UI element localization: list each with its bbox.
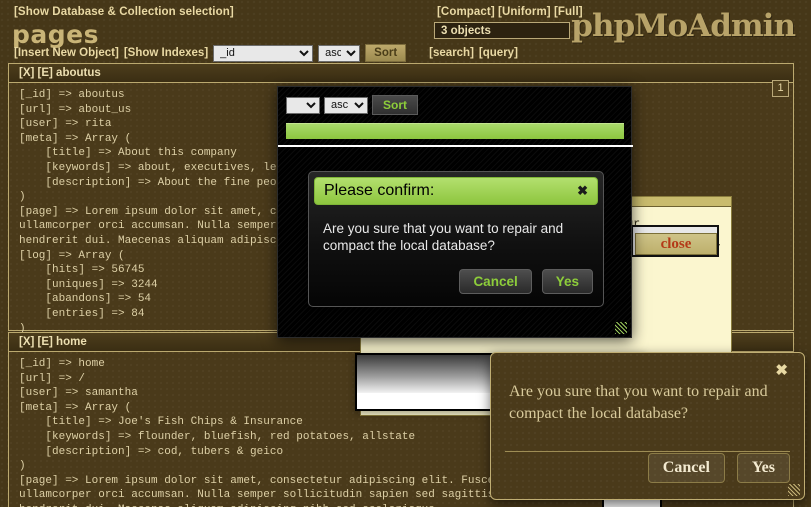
green-progress-bar (286, 123, 624, 139)
action-row: [Insert New Object] [Show Indexes] _id a… (14, 44, 518, 62)
close-button[interactable]: close (635, 233, 717, 255)
show-database-collection-link[interactable]: [Show Database & Collection selection] (14, 6, 234, 18)
dark-sort-field-select[interactable] (286, 97, 320, 114)
sort-field-select[interactable]: _id (213, 45, 313, 62)
sort-direction-select[interactable]: asc (318, 45, 360, 62)
confirm-dialog-titlebar: Please confirm: ✖ (314, 177, 598, 205)
insert-new-object-link[interactable]: [Insert New Object] (14, 47, 119, 59)
object-count-input[interactable] (434, 22, 570, 39)
close-icon[interactable]: ✖ (577, 183, 588, 199)
cancel-button[interactable]: Cancel (648, 453, 725, 483)
search-link[interactable]: [search] (429, 47, 474, 59)
cancel-button[interactable]: Cancel (459, 269, 531, 294)
confirm-dialog-buttons: Cancel Yes (459, 269, 593, 294)
confirm-dialog-dark: Please confirm: ✖ Are you sure that you … (308, 171, 604, 307)
yes-button[interactable]: Yes (542, 269, 593, 294)
dark-modal-panel: asc Sort Please confirm: ✖ Are you sure … (277, 86, 632, 338)
dark-sort-direction-select[interactable]: asc (324, 97, 368, 114)
top-bar: [Show Database & Collection selection] p… (0, 0, 811, 62)
close-icon[interactable]: ✖ (775, 361, 788, 379)
yes-button[interactable]: Yes (737, 453, 790, 483)
sort-button[interactable]: Sort (365, 44, 406, 62)
close-button-frame: close (631, 225, 719, 257)
query-link[interactable]: [query] (479, 47, 518, 59)
phpmoadmin-logo: phpMoAdmin (571, 8, 795, 44)
confirm-dialog-brown: ✖ Are you sure that you want to repair a… (490, 352, 805, 500)
confirm-dialog-message: Are you sure that you want to repair and… (491, 353, 804, 425)
confirm-dialog-buttons: Cancel Yes (648, 453, 790, 483)
modal-separator (278, 145, 633, 147)
divider (505, 451, 790, 452)
resize-grip-icon[interactable] (788, 484, 800, 496)
dark-sort-button[interactable]: Sort (372, 95, 418, 115)
show-indexes-link[interactable]: [Show Indexes] (124, 47, 208, 59)
confirm-dialog-message: Are you sure that you want to repair and… (309, 210, 603, 254)
view-mode-links[interactable]: [Compact] [Uniform] [Full] (437, 6, 583, 18)
confirm-dialog-title: Please confirm: (324, 182, 434, 200)
resize-grip-icon[interactable] (615, 322, 627, 334)
index-badge: 1 (772, 80, 789, 97)
record-header[interactable]: [X] [E] aboutus (9, 64, 793, 83)
phpmoadmin-page: [Show Database & Collection selection] p… (0, 0, 811, 507)
dark-modal-toolbar: asc Sort (286, 95, 418, 115)
